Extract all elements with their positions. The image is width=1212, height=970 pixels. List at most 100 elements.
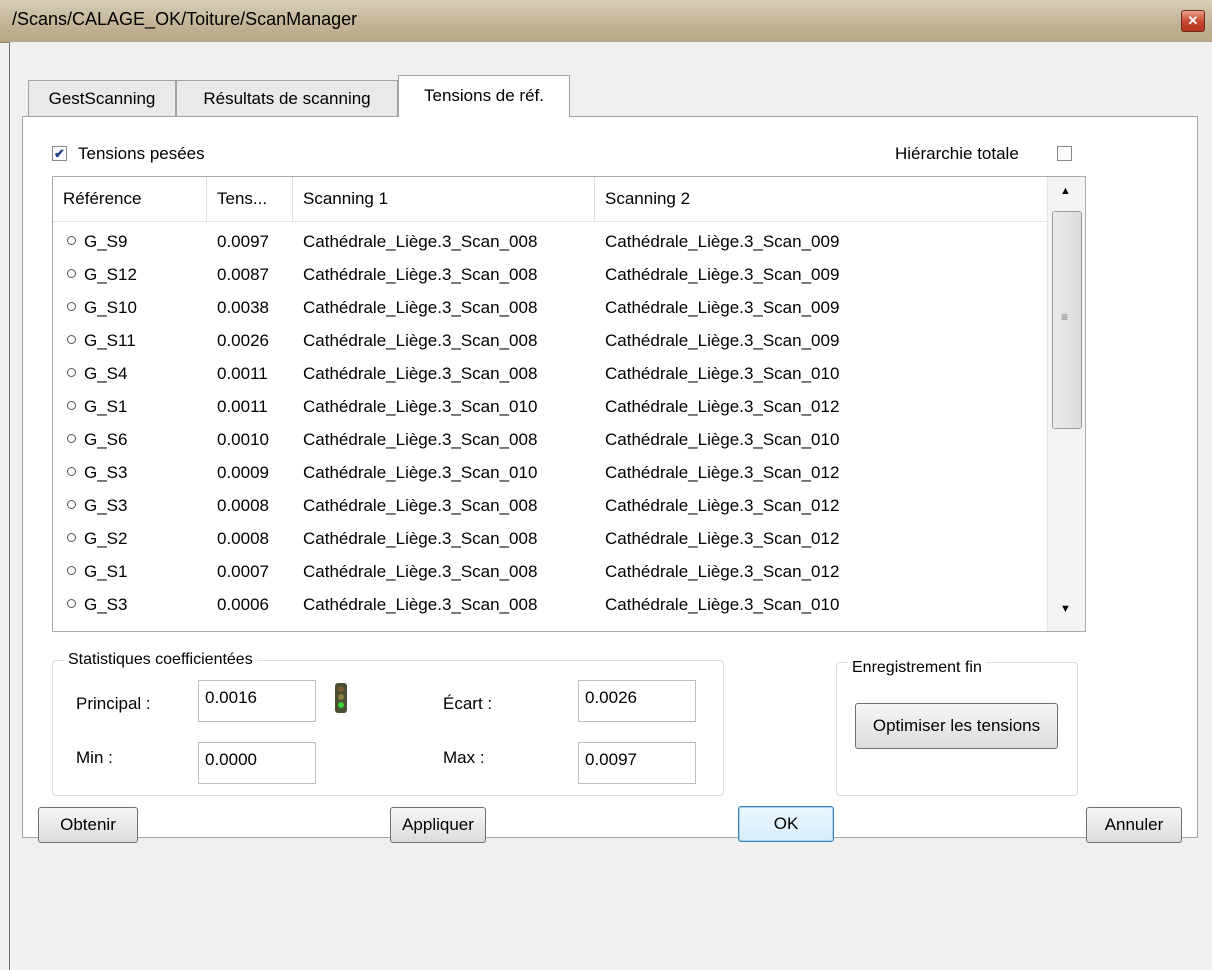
cell-scanning-1: Cathédrale_Liège.3_Scan_008 xyxy=(303,357,537,390)
cell-scanning-1-text: Cathédrale_Liège.3_Scan_010 xyxy=(303,397,538,416)
cell-tension-text: 0.0008 xyxy=(217,529,269,548)
enregistrement-legend: Enregistrement fin xyxy=(848,659,986,677)
scroll-up-icon[interactable]: ▲ xyxy=(1060,185,1071,197)
ecart-field[interactable]: 0.0026 xyxy=(578,680,696,722)
cell-scanning-1-text: Cathédrale_Liège.3_Scan_008 xyxy=(303,232,538,251)
table-row[interactable]: G_S3 0.0006 Cathédrale_Liège.3_Scan_008 Cat… xyxy=(53,588,1047,621)
traffic-light-icon xyxy=(335,683,347,713)
principal-field[interactable]: 0.0016 xyxy=(198,680,316,722)
appliquer-button[interactable]: Appliquer xyxy=(390,807,486,843)
cell-scanning-2-text: Cathédrale_Liège.3_Scan_012 xyxy=(605,628,839,631)
min-label: Min : xyxy=(76,748,113,767)
cell-scanning-2: Cathédrale_Liège.3_Scan_010 xyxy=(605,588,839,621)
hierarchie-totale-label: Hiérarchie totale xyxy=(895,144,1019,163)
cell-scanning-2-text: Cathédrale_Liège.3_Scan_009 xyxy=(605,331,840,350)
cell-scanning-1: Cathédrale_Liège.3_Scan_008 xyxy=(303,291,537,324)
cell-scanning-1: Cathédrale_Liège.3_Scan_008 xyxy=(303,423,537,456)
cell-tension-text: 0.0011 xyxy=(217,364,268,383)
cell-scanning-2-text: Cathédrale_Liège.3_Scan_012 xyxy=(605,529,840,548)
scroll-thumb[interactable]: ≡ xyxy=(1052,211,1082,429)
table-row[interactable]: G_S12 0.0087 Cathédrale_Liège.3_Scan_008 Ca… xyxy=(53,258,1047,291)
tensions-list[interactable]: Référence Tens... Scanning 1 Scanning 2 … xyxy=(52,176,1086,632)
cell-scanning-1: Cathédrale_Liège.3_Scan_008 xyxy=(303,522,537,555)
column-header-scanning-1[interactable]: Scanning 1 xyxy=(293,177,595,221)
tensions-pesees-label: Tensions pesées xyxy=(78,144,205,163)
scroll-down-icon[interactable]: ▼ xyxy=(1060,603,1071,615)
reference-point-icon xyxy=(67,401,76,410)
cell-scanning-2-text: Cathédrale_Liège.3_Scan_012 xyxy=(605,496,840,515)
cell-scanning-1: Cathédrale_Liège.3_Scan_008 xyxy=(303,489,537,522)
cell-scanning-2-text: Cathédrale_Liège.3_Scan_010 xyxy=(605,430,840,449)
cell-reference-text: G_S9 xyxy=(84,232,128,251)
cell-scanning-1-text: Cathédrale_Liège.3_Scan_010 xyxy=(303,463,538,482)
cell-reference: G_S2 xyxy=(67,621,127,631)
tab-resultats-de-scanning[interactable]: Résultats de scanning xyxy=(176,80,398,116)
column-header-scanning-2[interactable]: Scanning 2 xyxy=(595,177,1047,221)
reference-point-icon xyxy=(67,302,76,311)
cell-scanning-2-text: Cathédrale_Liège.3_Scan_012 xyxy=(605,463,840,482)
obtenir-button[interactable]: Obtenir xyxy=(38,807,138,843)
tab-label: Résultats de scanning xyxy=(203,89,371,108)
title-bar: /Scans/CALAGE_OK/Toiture/ScanManager ✕ xyxy=(0,0,1212,43)
window-title: /Scans/CALAGE_OK/Toiture/ScanManager xyxy=(12,9,358,29)
table-row[interactable]: G_S9 0.0097 Cathédrale_Liège.3_Scan_008 Cat… xyxy=(53,225,1047,258)
cell-reference-text: G_S6 xyxy=(84,430,128,449)
cell-reference-text: G_S3 xyxy=(84,595,128,614)
max-field[interactable]: 0.0097 xyxy=(578,742,696,784)
table-row[interactable]: G_S6 0.0010 Cathédrale_Liège.3_Scan_008 Cat… xyxy=(53,423,1047,456)
cell-scanning-1: Cathédrale_Liège.3_Scan_010 xyxy=(303,621,537,631)
cell-scanning-2-text: Cathédrale_Liège.3_Scan_009 xyxy=(605,265,840,284)
cell-scanning-1-text: Cathédrale_Liège.3_Scan_008 xyxy=(303,430,538,449)
cell-reference: G_S11 xyxy=(67,324,136,357)
table-row[interactable]: G_S3 0.0008 Cathédrale_Liège.3_Scan_008 Cat… xyxy=(53,489,1047,522)
cell-scanning-2-text: Cathédrale_Liège.3_Scan_009 xyxy=(605,298,840,317)
tab-gestscanning[interactable]: GestScanning xyxy=(28,80,176,116)
hierarchie-totale-checkbox[interactable] xyxy=(1057,146,1072,161)
cell-reference-text: G_S12 xyxy=(84,265,137,284)
cell-reference-text: G_S11 xyxy=(84,331,136,350)
annuler-button[interactable]: Annuler xyxy=(1086,807,1182,843)
reference-point-icon xyxy=(67,566,76,575)
optimiser-tensions-button[interactable]: Optimiser les tensions xyxy=(855,703,1058,749)
reference-point-icon xyxy=(67,434,76,443)
table-row[interactable]: G_S2 0.0005 Cathédrale_Liège.3_Scan_010 Cat… xyxy=(53,621,1047,631)
column-header-tension[interactable]: Tens... xyxy=(207,177,293,221)
table-row[interactable]: G_S11 0.0026 Cathédrale_Liège.3_Scan_008 Ca… xyxy=(53,324,1047,357)
cell-scanning-2: Cathédrale_Liège.3_Scan_012 xyxy=(605,555,839,588)
cell-scanning-1-text: Cathédrale_Liège.3_Scan_008 xyxy=(303,364,538,383)
table-row[interactable]: G_S1 0.0007 Cathédrale_Liège.3_Scan_008 Cat… xyxy=(53,555,1047,588)
cell-reference-text: G_S3 xyxy=(84,496,128,515)
reference-point-icon xyxy=(67,368,76,377)
table-row[interactable]: G_S2 0.0008 Cathédrale_Liège.3_Scan_008 Cat… xyxy=(53,522,1047,555)
table-row[interactable]: G_S4 0.0011 Cathédrale_Liège.3_Scan_008 Cat… xyxy=(53,357,1047,390)
cell-reference: G_S6 xyxy=(67,423,127,456)
tab-tensions-de-ref[interactable]: Tensions de réf. xyxy=(398,75,570,117)
cell-reference: G_S1 xyxy=(67,555,127,588)
cell-tension-text: 0.0011 xyxy=(217,397,268,416)
cell-scanning-2-text: Cathédrale_Liège.3_Scan_009 xyxy=(605,232,840,251)
cell-scanning-2: Cathédrale_Liège.3_Scan_012 xyxy=(605,489,839,522)
cell-tension-text: 0.0009 xyxy=(217,463,269,482)
vertical-scrollbar[interactable]: ▲ ≡ ▼ xyxy=(1047,177,1085,631)
cell-tension-text: 0.0008 xyxy=(217,496,269,515)
cell-reference-text: G_S2 xyxy=(84,529,128,548)
close-button[interactable]: ✕ xyxy=(1181,10,1205,32)
cell-reference: G_S3 xyxy=(67,489,127,522)
cell-tension-text: 0.0026 xyxy=(217,331,269,350)
ok-button[interactable]: OK xyxy=(738,806,834,842)
cell-scanning-1-text: Cathédrale_Liège.3_Scan_008 xyxy=(303,496,538,515)
reference-point-icon xyxy=(67,500,76,509)
table-row[interactable]: G_S10 0.0038 Cathédrale_Liège.3_Scan_008 Ca… xyxy=(53,291,1047,324)
cell-tension: 0.0007 xyxy=(217,555,269,588)
cell-reference: G_S10 xyxy=(67,291,137,324)
cell-scanning-1: Cathédrale_Liège.3_Scan_010 xyxy=(303,390,537,423)
cell-scanning-1-text: Cathédrale_Liège.3_Scan_008 xyxy=(303,529,538,548)
light-yellow xyxy=(338,694,344,700)
min-field[interactable]: 0.0000 xyxy=(198,742,316,784)
table-row[interactable]: G_S1 0.0011 Cathédrale_Liège.3_Scan_010 Cat… xyxy=(53,390,1047,423)
column-header-reference[interactable]: Référence xyxy=(53,177,207,221)
table-row[interactable]: G_S3 0.0009 Cathédrale_Liège.3_Scan_010 Cat… xyxy=(53,456,1047,489)
cell-tension: 0.0009 xyxy=(217,456,269,489)
cell-tension-text: 0.0038 xyxy=(217,298,269,317)
cell-reference: G_S3 xyxy=(67,456,127,489)
